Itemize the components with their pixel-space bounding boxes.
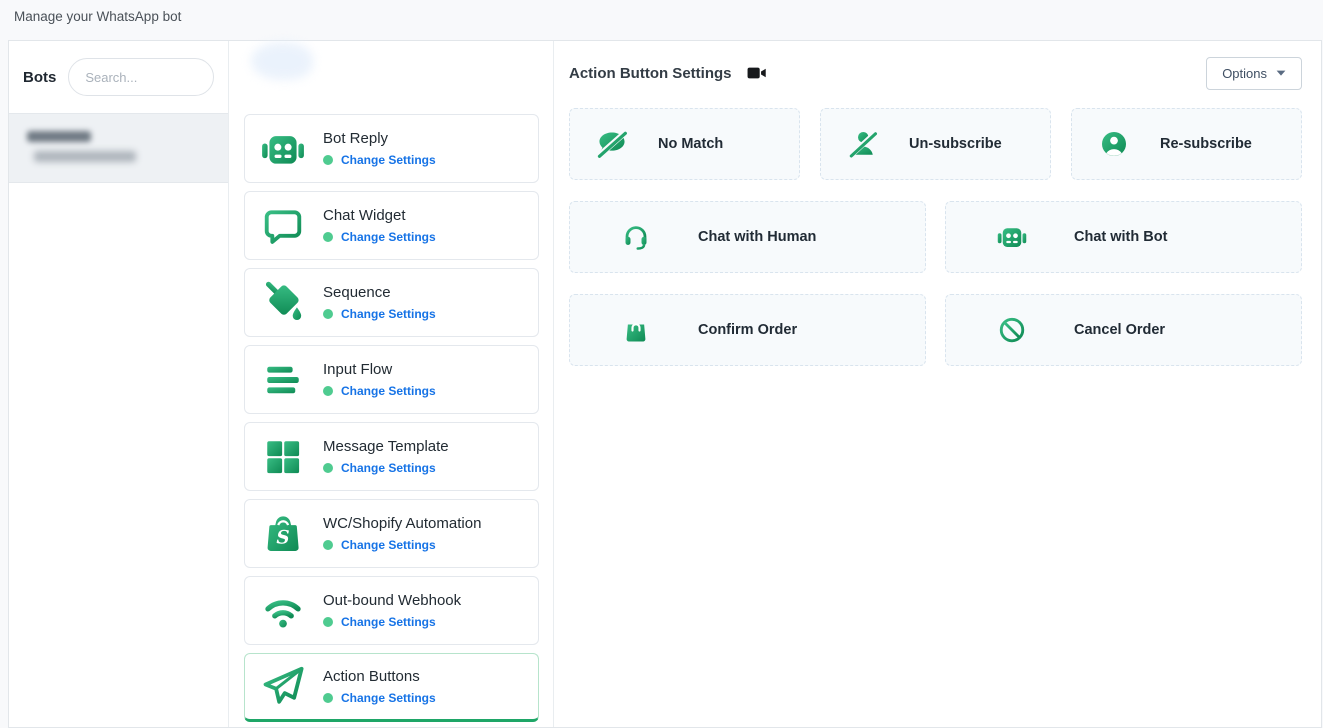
feature-card-bot-reply[interactable]: Bot Reply Change Settings <box>244 114 539 183</box>
page-title: Manage your WhatsApp bot <box>14 9 181 24</box>
shopping-bag-icon <box>620 314 652 346</box>
action-card-label: No Match <box>658 136 723 152</box>
bots-sidebar: Bots <box>9 41 229 727</box>
main-panel: Bots Bot Reply <box>8 40 1322 728</box>
ban-icon <box>996 314 1028 346</box>
svg-text:S: S <box>276 527 289 548</box>
sidebar-header: Bots <box>9 41 228 113</box>
user-circle-icon <box>1098 128 1130 160</box>
status-dot <box>323 617 333 627</box>
feature-title: Out-bound Webhook <box>323 592 461 609</box>
video-camera-icon[interactable] <box>746 64 768 82</box>
status-dot <box>323 386 333 396</box>
feature-title: Message Template <box>323 438 449 455</box>
robot-icon <box>257 124 309 174</box>
feature-card-input-flow[interactable]: Input Flow Change Settings <box>244 345 539 414</box>
feature-title: Input Flow <box>323 361 436 378</box>
options-button-label: Options <box>1222 66 1267 81</box>
caret-down-icon <box>1276 69 1286 77</box>
action-card-no-match[interactable]: No Match <box>569 108 800 180</box>
feature-title: Chat Widget <box>323 207 436 224</box>
action-card-cancel-order[interactable]: Cancel Order <box>945 294 1302 366</box>
feature-card-chat-widget[interactable]: Chat Widget Change Settings <box>244 191 539 260</box>
action-card-confirm-order[interactable]: Confirm Order <box>569 294 926 366</box>
robot-icon <box>996 221 1028 253</box>
change-settings-link[interactable]: Change Settings <box>341 230 436 244</box>
action-card-chat-with-bot[interactable]: Chat with Bot <box>945 201 1302 273</box>
status-dot <box>323 463 333 473</box>
status-dot <box>323 309 333 319</box>
feature-title: WC/Shopify Automation <box>323 515 481 532</box>
comment-slash-icon <box>596 128 628 160</box>
feature-title: Action Buttons <box>323 668 436 685</box>
action-buttons-row-1: No Match Un-subscribe <box>569 108 1302 180</box>
wifi-icon <box>257 586 309 636</box>
action-card-label: Confirm Order <box>698 322 797 338</box>
user-slash-icon <box>847 128 879 160</box>
bots-heading: Bots <box>23 69 56 86</box>
status-dot <box>323 540 333 550</box>
feature-card-message-template[interactable]: Message Template Change Settings <box>244 422 539 491</box>
action-buttons-row-2: Chat with Human Chat with Bot <box>569 201 1302 273</box>
redacted-blob <box>251 42 313 80</box>
features-column: Bot Reply Change Settings Chat Widget Ch… <box>229 41 554 727</box>
change-settings-link[interactable]: Change Settings <box>341 153 436 167</box>
redacted-bot-number <box>34 151 136 162</box>
redacted-bot-name <box>27 131 91 142</box>
change-settings-link[interactable]: Change Settings <box>341 307 436 321</box>
options-button[interactable]: Options <box>1206 57 1302 90</box>
action-card-label: Re-subscribe <box>1160 136 1252 152</box>
bars-icon <box>257 355 309 405</box>
action-card-label: Chat with Bot <box>1074 229 1167 245</box>
chat-bubble-icon <box>257 201 309 251</box>
status-dot <box>323 232 333 242</box>
action-buttons-row-3: Confirm Order Cancel Order <box>569 294 1302 366</box>
action-card-unsubscribe[interactable]: Un-subscribe <box>820 108 1051 180</box>
paper-plane-icon <box>257 662 309 712</box>
change-settings-link[interactable]: Change Settings <box>341 691 436 705</box>
panel-title: Action Button Settings <box>569 65 731 82</box>
feature-card-shopify-automation[interactable]: S WC/Shopify Automation Change Settings <box>244 499 539 568</box>
feature-card-sequence[interactable]: Sequence Change Settings <box>244 268 539 337</box>
action-card-label: Un-subscribe <box>909 136 1002 152</box>
status-dot <box>323 693 333 703</box>
fill-drip-icon <box>257 278 309 328</box>
feature-title: Sequence <box>323 284 436 301</box>
change-settings-link[interactable]: Change Settings <box>341 384 436 398</box>
selected-bot-item[interactable] <box>9 113 228 183</box>
bot-search-input[interactable] <box>68 58 214 96</box>
action-button-settings-panel: Action Button Settings Options <box>554 41 1321 727</box>
action-card-chat-with-human[interactable]: Chat with Human <box>569 201 926 273</box>
action-card-label: Cancel Order <box>1074 322 1165 338</box>
change-settings-link[interactable]: Change Settings <box>341 461 436 475</box>
shopify-bag-icon: S <box>257 509 309 559</box>
top-bar: Manage your WhatsApp bot <box>0 0 1323 40</box>
change-settings-link[interactable]: Change Settings <box>341 615 436 629</box>
feature-card-action-buttons[interactable]: Action Buttons Change Settings <box>244 653 539 722</box>
feature-title: Bot Reply <box>323 130 436 147</box>
change-settings-link[interactable]: Change Settings <box>341 538 436 552</box>
feature-card-outbound-webhook[interactable]: Out-bound Webhook Change Settings <box>244 576 539 645</box>
status-dot <box>323 155 333 165</box>
headset-icon <box>620 221 652 253</box>
grid-squares-icon <box>257 432 309 482</box>
panel-header: Action Button Settings Options <box>569 57 1302 89</box>
action-card-resubscribe[interactable]: Re-subscribe <box>1071 108 1302 180</box>
action-card-label: Chat with Human <box>698 229 816 245</box>
